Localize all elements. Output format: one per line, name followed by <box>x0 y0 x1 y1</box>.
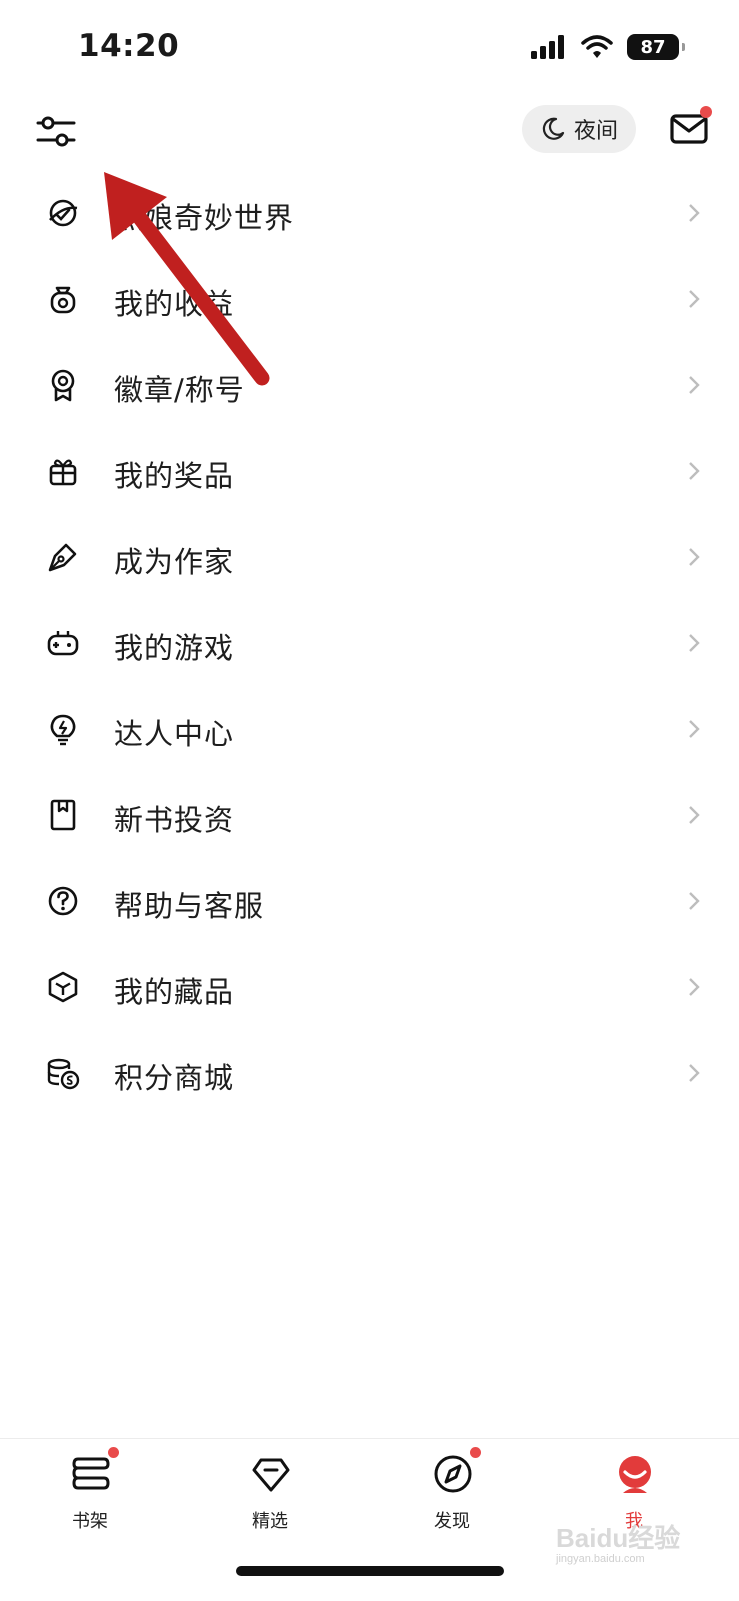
lightbulb-bolt-icon <box>50 714 76 746</box>
globe-icon <box>49 199 78 227</box>
chevron-right-icon <box>689 892 700 910</box>
watermark-main: Baidu经验 <box>556 1523 681 1553</box>
night-mode-button[interactable]: 夜间 <box>522 105 636 153</box>
chevron-right-icon <box>689 290 700 308</box>
wifi-icon <box>581 35 613 58</box>
tab-bookshelf[interactable]: 书架 <box>30 1439 150 1539</box>
help-circle-icon <box>48 886 78 916</box>
moon-icon <box>542 117 565 140</box>
cube-icon <box>48 971 78 1003</box>
diamond-icon <box>252 1458 290 1492</box>
home-indicator[interactable] <box>236 1566 504 1576</box>
messages-button[interactable] <box>670 106 714 150</box>
watermark-sub: jingyan.baidu.com <box>556 1553 645 1565</box>
chevron-right-icon <box>689 806 700 824</box>
menu-item-wonder-world[interactable]: 点娘奇妙世界 <box>0 170 739 256</box>
menu-label: 帮助与客服 <box>114 889 265 923</box>
menu-label: 新书投资 <box>114 803 235 837</box>
menu-label: 点娘奇妙世界 <box>114 201 295 235</box>
signal-icon <box>531 35 564 59</box>
menu-item-collections[interactable]: 我的藏品 <box>0 944 739 1030</box>
gamepad-icon <box>47 631 79 656</box>
menu-label: 我的藏品 <box>114 975 235 1009</box>
chevron-right-icon <box>689 548 700 566</box>
menu-item-become-author[interactable]: 成为作家 <box>0 514 739 600</box>
chevron-right-icon <box>689 634 700 652</box>
menu-item-games[interactable]: 我的游戏 <box>0 600 739 686</box>
tab-featured[interactable]: 精选 <box>210 1439 330 1539</box>
menu-label: 我的奖品 <box>114 459 235 493</box>
tab-badge <box>108 1447 119 1458</box>
menu-item-points-mall[interactable]: 积分商城 <box>0 1030 739 1116</box>
chevron-right-icon <box>689 204 700 222</box>
sliders-icon <box>36 116 76 147</box>
tab-label: 发现 <box>434 1511 470 1532</box>
bookshelf-icon <box>72 1457 110 1490</box>
profile-face-icon <box>619 1456 651 1493</box>
tab-label: 精选 <box>252 1511 288 1532</box>
chevron-right-icon <box>689 978 700 996</box>
badge-medal-icon <box>51 369 75 402</box>
gift-icon <box>49 459 77 486</box>
money-bag-icon <box>50 286 76 314</box>
settings-button[interactable] <box>34 108 80 154</box>
menu-label: 徽章/称号 <box>114 373 245 407</box>
top-bar: 夜间 <box>0 100 739 160</box>
mail-badge <box>700 106 712 118</box>
menu-label: 积分商城 <box>114 1061 235 1095</box>
menu-label: 我的收益 <box>114 287 235 321</box>
menu-item-help[interactable]: 帮助与客服 <box>0 858 739 944</box>
tab-discover[interactable]: 发现 <box>392 1439 512 1539</box>
menu-item-book-investment[interactable]: 新书投资 <box>0 772 739 858</box>
chevron-right-icon <box>689 1064 700 1082</box>
menu-item-prizes[interactable]: 我的奖品 <box>0 428 739 514</box>
profile-menu-list: 点娘奇妙世界 我的收益 徽章/称号 我的奖品 成为作家 我的游戏 达人中心 新书… <box>0 170 739 1116</box>
chevron-right-icon <box>689 462 700 480</box>
menu-label: 成为作家 <box>114 545 235 579</box>
book-bookmark-icon <box>50 799 76 831</box>
pen-nib-icon <box>48 543 77 572</box>
coins-icon <box>47 1058 80 1090</box>
chevron-right-icon <box>689 720 700 738</box>
status-icons: 87 <box>531 34 685 60</box>
menu-item-earnings[interactable]: 我的收益 <box>0 256 739 342</box>
battery-indicator: 87 <box>627 34 685 60</box>
tab-badge <box>470 1447 481 1458</box>
night-mode-label: 夜间 <box>573 119 618 144</box>
menu-label: 达人中心 <box>114 717 235 751</box>
status-time: 14:20 <box>78 28 180 64</box>
compass-icon <box>434 1455 472 1493</box>
menu-label: 我的游戏 <box>114 631 235 665</box>
chevron-right-icon <box>689 376 700 394</box>
tab-label: 书架 <box>72 1511 108 1532</box>
menu-item-badges[interactable]: 徽章/称号 <box>0 342 739 428</box>
status-bar: 14:20 87 <box>0 0 739 96</box>
menu-item-expert-center[interactable]: 达人中心 <box>0 686 739 772</box>
baidu-watermark: Baidu经验 jingyan.baidu.com <box>556 1518 680 1565</box>
